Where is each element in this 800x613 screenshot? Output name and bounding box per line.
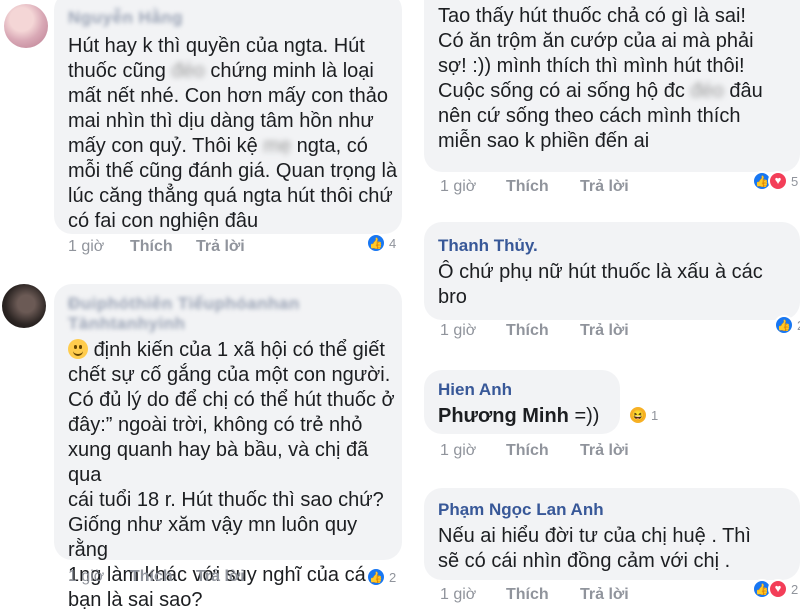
comment-timestamp[interactable]: 1 giờ — [68, 238, 104, 256]
reaction-summary[interactable]: 👍 ♥ 5 — [752, 170, 798, 192]
comment-timestamp[interactable]: 1 giờ — [440, 586, 476, 604]
thumbs-up-icon: 👍 — [774, 315, 794, 335]
comment-timestamp[interactable]: 1 giờ — [440, 442, 476, 460]
comment-timestamp[interactable]: 1 giờ — [440, 178, 476, 196]
comment-text: Ô chứ phụ nữ hút thuốc là xấu à các bro — [438, 261, 763, 308]
reply-link[interactable]: Trả lời — [580, 442, 629, 460]
comment: Tao thấy hút thuốc chả có gì là sai! Có … — [414, 0, 800, 200]
comment-bubble: Hien Anh Phương Minh =)) — [424, 370, 620, 434]
reply-link[interactable]: Trả lời — [580, 178, 629, 196]
reply-link[interactable]: Trả lời — [196, 238, 245, 256]
reaction-summary[interactable]: 👍 4 — [366, 232, 396, 254]
thumbs-up-icon: 👍 — [366, 233, 386, 253]
reaction-count: 2 — [389, 569, 397, 585]
comment-author[interactable]: Thanh Thủy. — [438, 236, 538, 256]
comment-author[interactable]: Phạm Ngọc Lan Anh — [438, 500, 604, 520]
comment-timestamp[interactable]: 1 giờ — [68, 568, 104, 586]
comment-bubble: Tao thấy hút thuốc chả có gì là sai! Có … — [424, 0, 800, 191]
censored-word: đéo — [690, 80, 724, 102]
thumbs-up-icon: 👍 — [366, 567, 386, 587]
reaction-count: 4 — [389, 235, 397, 251]
like-link[interactable]: Thích — [506, 442, 549, 460]
laughing-face-icon: 😆 — [628, 405, 648, 425]
smiley-emoji-icon — [68, 339, 88, 359]
reaction-summary[interactable]: 👍 2 — [366, 566, 396, 588]
comment-text: Hút hay k thì quyền của ngta. Hút thuốc … — [68, 35, 398, 232]
left-comment-column: Nguyễn Hằng Hút hay k thì quyền của ngta… — [0, 0, 410, 611]
like-link[interactable]: Thích — [130, 568, 173, 586]
avatar[interactable] — [2, 284, 46, 328]
censored-word: đéo — [171, 60, 205, 82]
reply-link[interactable]: Trả lời — [580, 322, 629, 340]
comment-author[interactable]: Hien Anh — [438, 380, 512, 400]
comment-bubble: Thanh Thủy. Ô chứ phụ nữ hút thuốc là xấ… — [424, 222, 800, 335]
mention-link[interactable]: Phương Minh — [438, 405, 569, 427]
comment: Phạm Ngọc Lan Anh Nếu ai hiểu đời tư của… — [414, 488, 800, 603]
reaction-count: 1 — [651, 407, 659, 423]
comment-text: Nếu ai hiểu đời tư của chị huệ . Thì sẽ … — [438, 525, 751, 572]
heart-icon: ♥ — [768, 171, 788, 191]
avatar[interactable] — [4, 4, 48, 48]
comment-bubble: Phạm Ngọc Lan Anh Nếu ai hiểu đời tư của… — [424, 488, 800, 599]
comment: Hien Anh Phương Minh =)) 😆 1 1 giờ Thích… — [414, 370, 800, 470]
comment-timestamp[interactable]: 1 giờ — [440, 322, 476, 340]
comment: Đuiphóthiên Tiểuphóanhan Tànhtanhyinh đị… — [0, 276, 410, 611]
like-link[interactable]: Thích — [506, 178, 549, 196]
comment-author[interactable]: Nguyễn Hằng — [68, 8, 183, 28]
reaction-count: 5 — [791, 173, 799, 189]
reaction-count: 2 — [791, 581, 799, 597]
reply-link[interactable]: Trả lời — [196, 568, 245, 586]
comment-bubble: Nguyễn Hằng Hút hay k thì quyền của ngta… — [54, 0, 402, 253]
censored-word: mẹ — [263, 135, 292, 157]
comment: Nguyễn Hằng Hút hay k thì quyền của ngta… — [0, 0, 410, 270]
reply-link[interactable]: Trả lời — [580, 586, 629, 604]
comment-text: Phương Minh =)) — [438, 405, 600, 427]
reaction-summary[interactable]: 😆 1 — [628, 404, 658, 426]
reaction-summary[interactable]: 👍 ♥ 2 — [752, 578, 798, 600]
comment-author[interactable]: Đuiphóthiên Tiểuphóanhan Tànhtanhyinh — [68, 294, 368, 334]
comment: Thanh Thủy. Ô chứ phụ nữ hút thuốc là xấ… — [414, 222, 800, 352]
comment-bubble: Đuiphóthiên Tiểuphóanhan Tànhtanhyinh đị… — [54, 284, 402, 611]
right-comment-column: Tao thấy hút thuốc chả có gì là sai! Có … — [414, 0, 800, 603]
like-link[interactable]: Thích — [130, 238, 173, 256]
like-link[interactable]: Thích — [506, 586, 549, 604]
heart-icon: ♥ — [768, 579, 788, 599]
comment-text: Tao thấy hút thuốc chả có gì là sai! Có … — [438, 5, 763, 152]
like-link[interactable]: Thích — [506, 322, 549, 340]
reaction-summary[interactable]: 👍 2 — [774, 314, 800, 336]
